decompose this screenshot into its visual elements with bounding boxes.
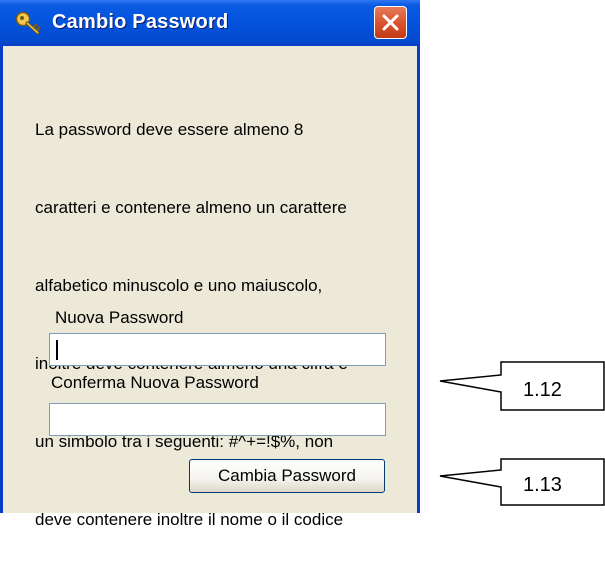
callout-1-13 <box>439 458 605 506</box>
callout-label-1-12: 1.12 <box>523 379 562 401</box>
callout-annotations <box>439 361 605 506</box>
callout-1-12 <box>439 361 605 411</box>
callout-label-1-13: 1.13 <box>523 474 562 496</box>
